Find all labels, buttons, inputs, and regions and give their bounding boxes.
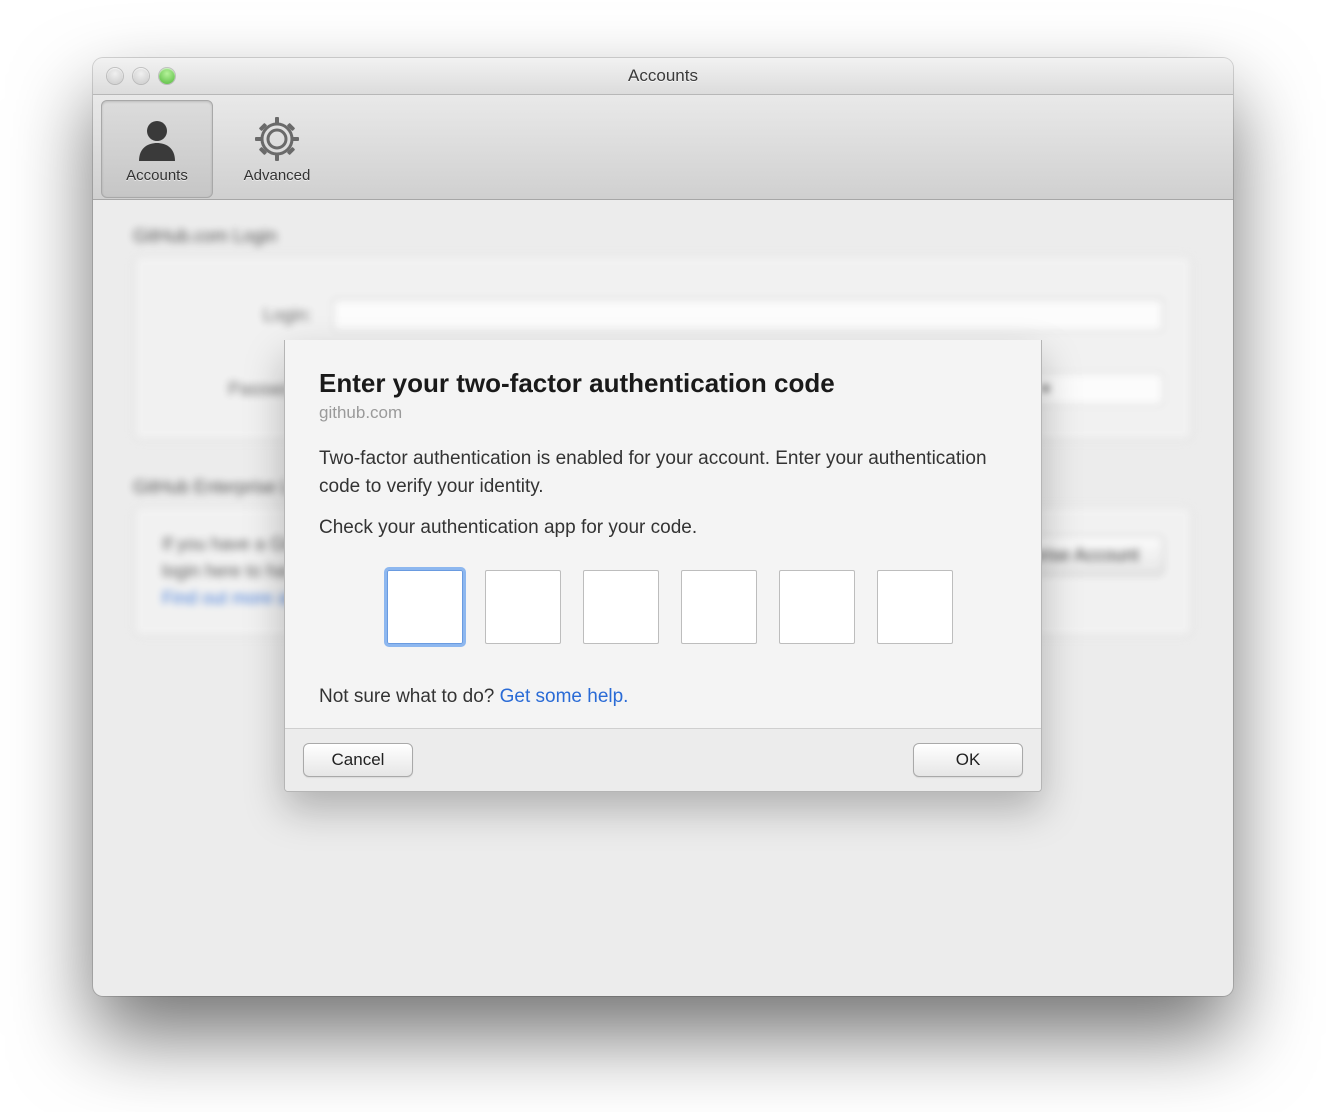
toolbar-item-label: Advanced: [244, 167, 311, 184]
ok-button[interactable]: OK: [913, 743, 1023, 777]
dialog-footer: Cancel OK: [285, 728, 1041, 791]
titlebar: Accounts: [93, 58, 1233, 95]
dialog-subtitle: github.com: [319, 403, 1007, 423]
gear-icon: [253, 115, 301, 163]
preferences-window: Accounts Accounts: [93, 58, 1233, 996]
cancel-button[interactable]: Cancel: [303, 743, 413, 777]
get-help-link[interactable]: Get some help.: [500, 686, 629, 707]
code-digit-1[interactable]: [387, 570, 463, 644]
traffic-lights: [107, 68, 175, 84]
person-icon: [133, 115, 181, 163]
minimize-window-button[interactable]: [133, 68, 149, 84]
toolbar-item-accounts[interactable]: Accounts: [101, 100, 213, 198]
login-input[interactable]: [332, 298, 1164, 332]
dialog-paragraph: Two-factor authentication is enabled for…: [319, 445, 1007, 500]
login-label: Login:: [162, 305, 332, 326]
code-digit-2[interactable]: [485, 570, 561, 644]
github-section-heading: GitHub.com Login: [133, 226, 1193, 247]
code-digit-6[interactable]: [877, 570, 953, 644]
dialog-paragraph: Check your authentication app for your c…: [319, 514, 1007, 542]
toolbar-item-label: Accounts: [126, 167, 188, 184]
help-prefix: Not sure what to do?: [319, 686, 500, 707]
code-digit-4[interactable]: [681, 570, 757, 644]
help-row: Not sure what to do? Get some help.: [319, 686, 1007, 708]
content-area: GitHub.com Login Login: Password: ••••••…: [93, 200, 1233, 996]
zoom-window-button[interactable]: [159, 68, 175, 84]
toolbar-item-advanced[interactable]: Advanced: [221, 100, 333, 198]
code-input-group: [387, 570, 1007, 644]
close-window-button[interactable]: [107, 68, 123, 84]
code-digit-5[interactable]: [779, 570, 855, 644]
preferences-toolbar: Accounts: [93, 95, 1233, 200]
window-title: Accounts: [628, 66, 698, 86]
code-digit-3[interactable]: [583, 570, 659, 644]
dialog-title: Enter your two-factor authentication cod…: [319, 368, 1007, 399]
two-factor-dialog: Enter your two-factor authentication cod…: [284, 340, 1042, 792]
